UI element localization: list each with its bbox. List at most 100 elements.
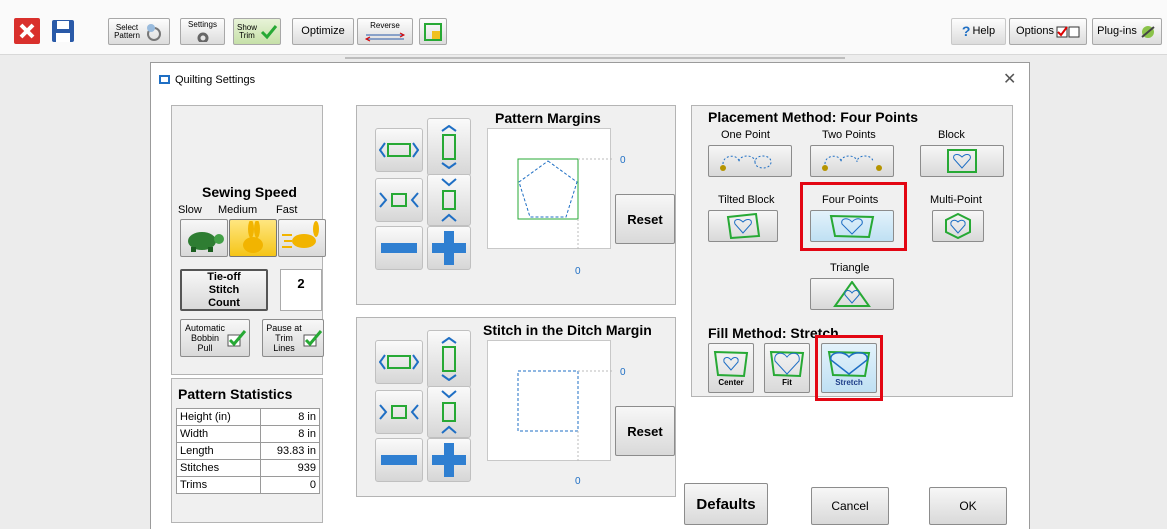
auto-bobbin-pull-toggle[interactable]: Automatic Bobbin Pull <box>180 319 250 357</box>
slow-speed-button[interactable] <box>180 219 228 257</box>
block-button[interactable] <box>920 145 1004 177</box>
plugins-label: Plug-ins <box>1097 25 1137 37</box>
table-row: Trims 0 <box>176 476 320 494</box>
stat-label: Trims <box>176 476 261 494</box>
tieoff-count-value[interactable]: 2 <box>280 269 322 311</box>
stretch-highlight <box>815 335 883 401</box>
defaults-button[interactable]: Defaults <box>684 483 768 525</box>
medium-speed-button[interactable] <box>229 219 277 257</box>
fit-label: Fit <box>782 377 792 387</box>
expand-vertical-icon <box>441 125 457 169</box>
fill-center-button[interactable]: Center <box>708 343 754 393</box>
multi-point-button[interactable] <box>932 210 984 242</box>
placement-method-title: Placement Method: Four Points <box>708 109 919 125</box>
settings-button[interactable]: Settings <box>180 18 225 45</box>
center-label: Center <box>718 377 744 387</box>
tilted-block-button[interactable] <box>708 210 778 242</box>
pattern-margins-group: Pattern Margins 0 0 Reset <box>356 105 676 305</box>
pause-at-trim-toggle[interactable]: Pause at Trim Lines <box>262 319 324 357</box>
shrink-vertical-button[interactable] <box>427 174 471 226</box>
medium-label: Medium <box>218 204 258 216</box>
stat-value: 93.83 in <box>260 442 320 460</box>
quilting-settings-dialog: Quilting Settings ✕ Sewing Speed Slow Me… <box>150 62 1030 529</box>
triangle-button[interactable] <box>810 278 894 310</box>
pattern-margins-reset-button[interactable]: Reset <box>615 194 675 244</box>
ok-label: OK <box>959 499 977 513</box>
two-points-icon <box>822 155 882 171</box>
auto-bobbin-label: Automatic Bobbin Pull <box>184 323 226 353</box>
decrease-margin-button[interactable] <box>375 438 423 482</box>
help-button[interactable]: ? Help <box>951 18 1006 45</box>
dialog-icon <box>159 75 170 84</box>
lock-icon <box>424 22 442 41</box>
select-pattern-button[interactable]: Select Pattern <box>108 18 170 45</box>
stat-value: 939 <box>260 459 320 477</box>
pause-trim-label: Pause at Trim Lines <box>266 323 302 353</box>
show-trim-label: Show Trim <box>236 22 257 40</box>
fast-speed-button[interactable] <box>278 219 326 257</box>
gear-icon <box>197 32 208 42</box>
four-points-highlight <box>800 182 907 251</box>
shrink-vertical-icon <box>441 178 457 222</box>
options-button[interactable]: Options <box>1009 18 1087 45</box>
center-fill-icon <box>713 350 749 377</box>
increase-margin-button[interactable] <box>427 226 471 270</box>
lock-button[interactable] <box>419 18 447 45</box>
show-trim-button[interactable]: Show Trim <box>233 18 281 45</box>
reverse-button[interactable]: Reverse <box>357 18 413 45</box>
close-app-icon[interactable] <box>14 18 40 44</box>
expand-vertical-button[interactable] <box>427 330 471 388</box>
tieoff-label: Tie-off Stitch Count <box>207 270 241 309</box>
decrease-margin-button[interactable] <box>375 226 423 270</box>
reset-label: Reset <box>627 423 663 439</box>
optimize-label: Optimize <box>301 25 345 37</box>
expand-vertical-icon <box>441 337 457 381</box>
tilted-block-icon <box>726 213 761 239</box>
triangle-icon <box>833 281 871 307</box>
dialog-close-icon[interactable]: ✕ <box>1003 69 1016 89</box>
ditch-margin-preview <box>487 340 612 462</box>
toolbar: Select Pattern Settings Show Trim Optimi… <box>0 0 1167 55</box>
two-points-button[interactable] <box>810 145 894 177</box>
one-point-icon <box>720 155 772 171</box>
check-icon <box>227 330 247 347</box>
ditch-margin-reset-button[interactable]: Reset <box>615 406 675 456</box>
fill-fit-button[interactable]: Fit <box>764 343 810 393</box>
optimize-button[interactable]: Optimize <box>292 18 354 45</box>
stat-label: Height (in) <box>176 408 261 426</box>
triangle-label: Triangle <box>830 262 870 274</box>
ok-button[interactable]: OK <box>929 487 1007 525</box>
fast-label: Fast <box>276 204 298 216</box>
dm-bottom-value: 0 <box>575 476 581 487</box>
options-label: Options <box>1016 25 1054 37</box>
table-row: Width 8 in <box>176 425 320 443</box>
options-checkbox-icon <box>1056 25 1080 37</box>
tieoff-stitch-count-button[interactable]: Tie-off Stitch Count <box>180 269 268 311</box>
pm-bottom-value: 0 <box>575 266 581 277</box>
plugins-button[interactable]: Plug-ins <box>1092 18 1162 45</box>
rabbit-icon <box>243 221 263 253</box>
check-icon <box>303 330 323 347</box>
one-point-button[interactable] <box>708 145 792 177</box>
slow-label: Slow <box>178 204 202 216</box>
reverse-label: Reverse <box>370 20 400 30</box>
shrink-horizontal-button[interactable] <box>375 178 423 222</box>
shrink-horizontal-button[interactable] <box>375 390 423 434</box>
expand-vertical-button[interactable] <box>427 118 471 176</box>
expand-horizontal-button[interactable] <box>375 128 423 172</box>
increase-margin-button[interactable] <box>427 438 471 482</box>
shrink-horizontal-icon <box>379 192 419 208</box>
minus-icon <box>381 243 417 253</box>
cancel-label: Cancel <box>831 499 869 513</box>
stat-label: Length <box>176 442 261 460</box>
pattern-icon <box>147 23 161 41</box>
shrink-vertical-button[interactable] <box>427 386 471 438</box>
cancel-button[interactable]: Cancel <box>811 487 889 525</box>
table-row: Stitches 939 <box>176 459 320 477</box>
save-icon[interactable] <box>50 18 76 44</box>
dialog-title: Quilting Settings <box>175 74 256 86</box>
check-icon <box>260 24 278 39</box>
expand-horizontal-button[interactable] <box>375 340 423 384</box>
plus-icon <box>432 231 466 265</box>
turtle-icon <box>188 232 224 252</box>
